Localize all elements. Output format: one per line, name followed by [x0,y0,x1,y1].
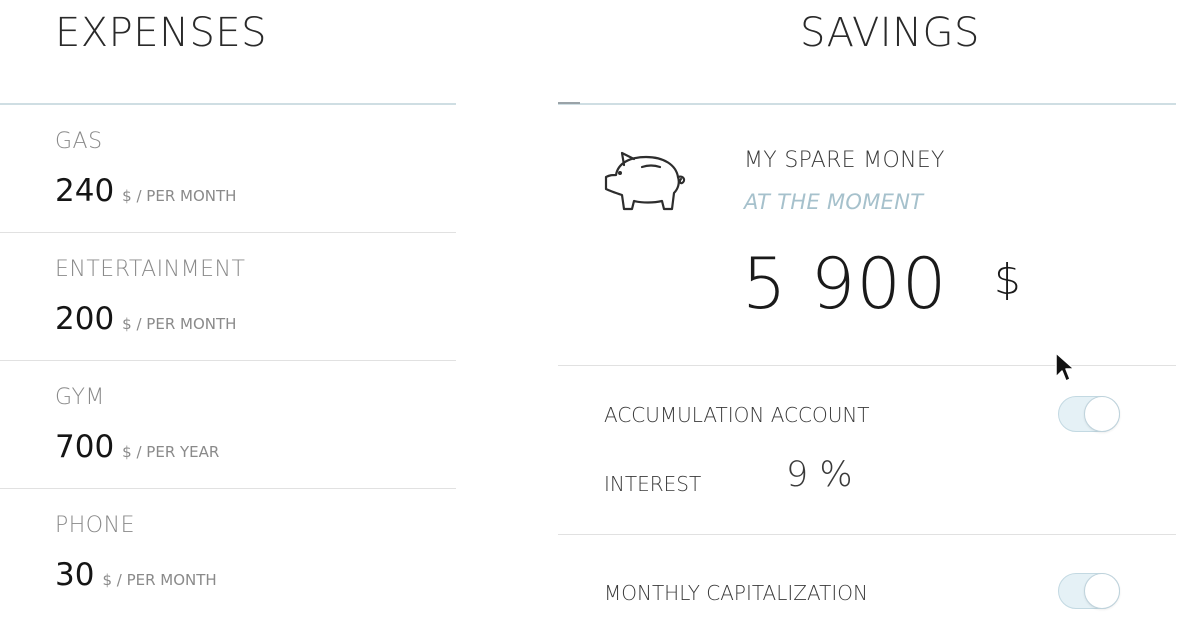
expense-unit: $ / PER MONTH [122,315,237,333]
expense-item-phone[interactable]: PHONE 30 $ / PER MONTH [0,489,456,617]
expense-item-gas[interactable]: GAS 240 $ / PER MONTH [0,105,456,233]
expense-name: GYM [55,385,105,410]
interest-value[interactable]: 9 % [786,455,853,495]
expense-unit: $ / PER YEAR [122,443,220,461]
spare-money-card: MY SPARE MONEY AT THE MOMENT 5 900 $ [558,105,1176,366]
expense-value: 700 $ / PER YEAR [55,429,219,465]
toggle-knob [1084,396,1120,432]
piggy-bank-icon [604,151,686,211]
expense-name: PHONE [55,513,135,538]
expense-name: ENTERTAINMENT [55,257,246,282]
expense-name: GAS [55,129,103,154]
toggle-knob [1084,573,1120,609]
savings-heading: SAVINGS [800,10,980,56]
interest-label: INTEREST [604,472,702,496]
spare-money-currency: $ [994,255,1021,304]
expense-amount: 200 [55,301,115,337]
mouse-cursor-icon [1055,352,1075,382]
spare-money-subtitle: AT THE MOMENT [744,190,924,214]
expense-amount: 30 [55,557,95,593]
monthly-capitalization-toggle[interactable] [1058,573,1120,609]
savings-header-marker [558,102,580,104]
expense-item-entertainment[interactable]: ENTERTAINMENT 200 $ / PER MONTH [0,233,456,361]
expense-unit: $ / PER MONTH [122,187,237,205]
expenses-list: GAS 240 $ / PER MONTH ENTERTAINMENT 200 $ … [0,105,456,617]
accumulation-account-label: ACCUMULATION ACCOUNT [604,403,870,427]
expense-amount: 240 [55,173,115,209]
monthly-capitalization-label: MONTHLY CAPITALIZATION [604,581,868,605]
spare-money-amount: 5 900 [742,243,948,325]
expense-item-gym[interactable]: GYM 700 $ / PER YEAR [0,361,456,489]
expense-value: 30 $ / PER MONTH [55,557,217,593]
spare-money-title: MY SPARE MONEY [744,148,945,173]
expense-value: 240 $ / PER MONTH [55,173,236,209]
accumulation-account-section: ACCUMULATION ACCOUNT INTEREST 9 % [558,366,1176,535]
expenses-heading: EXPENSES [55,10,268,56]
accumulation-account-toggle[interactable] [1058,396,1120,432]
expense-amount: 700 [55,429,115,465]
monthly-capitalization-section: MONTHLY CAPITALIZATION [558,535,1176,622]
expense-value: 200 $ / PER MONTH [55,301,236,337]
expense-unit: $ / PER MONTH [102,571,217,589]
